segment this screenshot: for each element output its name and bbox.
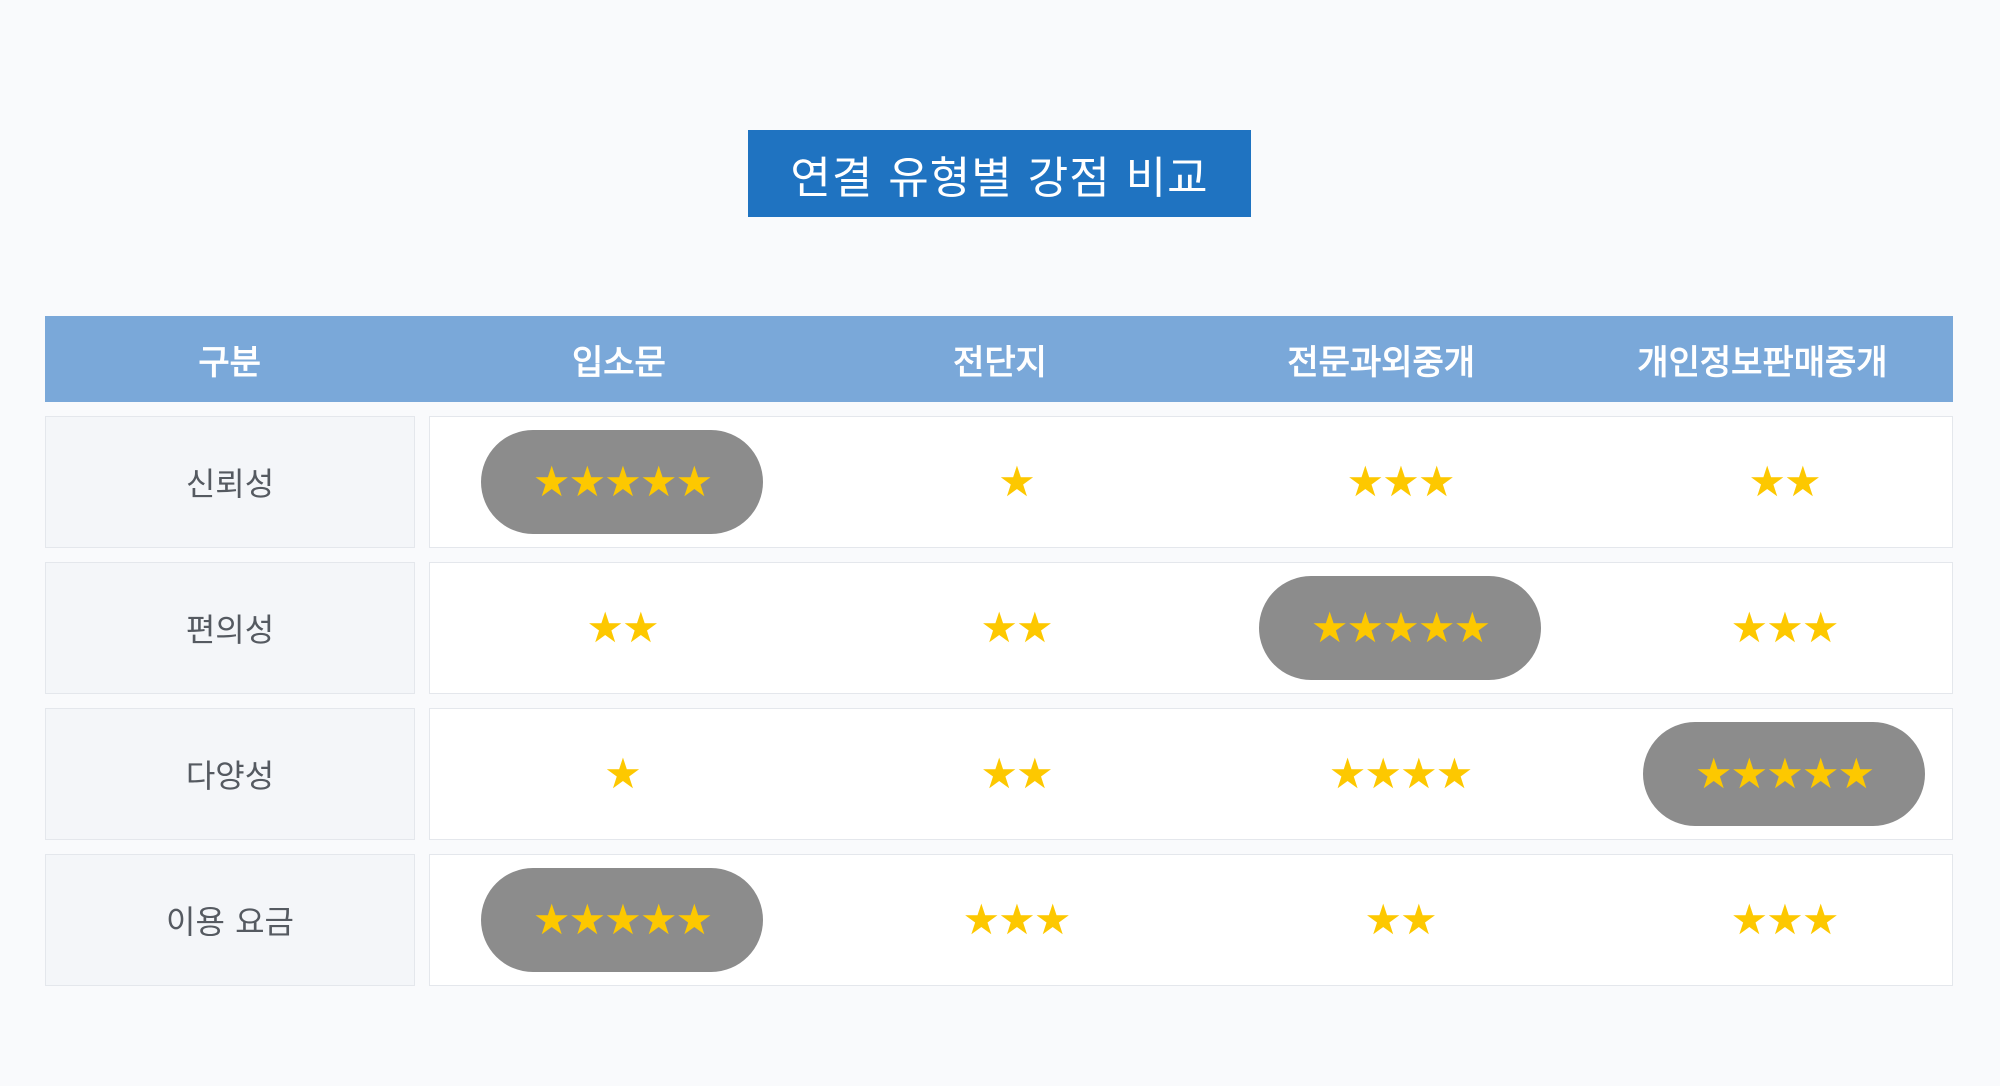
- header-column-word-of-mouth: 입소문: [571, 342, 666, 383]
- star-rating: ★★: [980, 603, 1053, 652]
- star-rating: ★★: [980, 749, 1053, 798]
- row-label: 다양성: [45, 708, 415, 840]
- star-rating: ★★★★★: [532, 895, 713, 944]
- table-row: 신뢰성 ★★★★★ ★ ★★★ ★★: [45, 416, 1953, 548]
- rating-cell: ★★: [824, 563, 1208, 693]
- rating-cell: ★★: [824, 709, 1208, 839]
- highlight-pill: ★★★★★: [481, 868, 763, 972]
- star-rating: ★★: [1748, 457, 1821, 506]
- rating-cell: ★★★: [824, 855, 1208, 985]
- rating-cell: ★★★: [1592, 563, 1976, 693]
- rating-cell: ★★★★★: [430, 417, 814, 547]
- highlight-pill: ★★★★★: [1259, 576, 1541, 680]
- header-column-tutoring-agency: 전문과외중개: [1287, 342, 1476, 383]
- star-rating: ★★★: [1346, 457, 1456, 506]
- rating-cell: ★: [430, 709, 814, 839]
- rating-cells: ★★★★★ ★★★ ★★ ★★★: [429, 854, 1953, 986]
- table-row: 이용 요금 ★★★★★ ★★★ ★★ ★★★: [45, 854, 1953, 986]
- star-rating: ★★★: [962, 895, 1072, 944]
- star-rating: ★★: [586, 603, 659, 652]
- star-rating: ★★★★: [1328, 749, 1474, 798]
- rating-cell: ★★★: [1592, 855, 1976, 985]
- rating-cell: ★★: [1592, 417, 1976, 547]
- row-label: 이용 요금: [45, 854, 415, 986]
- page-title: 연결 유형별 강점 비교: [748, 130, 1251, 217]
- table-header: 구분 입소문 전단지 전문과외중개 개인정보판매중개: [45, 316, 1953, 402]
- rating-cells: ★★ ★★ ★★★★★ ★★★: [429, 562, 1953, 694]
- rating-cell: ★★★★★: [430, 855, 814, 985]
- row-label: 신뢰성: [45, 416, 415, 548]
- star-rating: ★★★★★: [532, 457, 713, 506]
- rating-cell: ★★: [430, 563, 814, 693]
- rating-cells: ★ ★★ ★★★★ ★★★★★: [429, 708, 1953, 840]
- rating-cell: ★★★★★: [1592, 709, 1976, 839]
- star-rating: ★★★: [1730, 603, 1840, 652]
- table-row: 다양성 ★ ★★ ★★★★ ★★★★★: [45, 708, 1953, 840]
- star-rating: ★★★★★: [1694, 749, 1875, 798]
- star-rating: ★: [604, 749, 642, 798]
- rating-cell: ★★★: [1208, 417, 1592, 547]
- star-rating: ★★★★★: [1310, 603, 1491, 652]
- star-rating: ★★: [1364, 895, 1437, 944]
- rating-cells: ★★★★★ ★ ★★★ ★★: [429, 416, 1953, 548]
- header-category: 구분: [198, 342, 261, 383]
- highlight-pill: ★★★★★: [481, 430, 763, 534]
- rating-cell: ★★★★★: [1208, 563, 1592, 693]
- row-label: 편의성: [45, 562, 415, 694]
- star-rating: ★★★: [1730, 895, 1840, 944]
- rating-cell: ★★: [1208, 855, 1592, 985]
- header-column-flyer: 전단지: [953, 342, 1047, 383]
- rating-cell: ★★★★: [1208, 709, 1592, 839]
- star-rating: ★: [998, 457, 1036, 506]
- table-row: 편의성 ★★ ★★ ★★★★★ ★★★: [45, 562, 1953, 694]
- highlight-pill: ★★★★★: [1643, 722, 1925, 826]
- rating-cell: ★: [824, 417, 1208, 547]
- header-column-data-broker: 개인정보판매중개: [1637, 342, 1888, 383]
